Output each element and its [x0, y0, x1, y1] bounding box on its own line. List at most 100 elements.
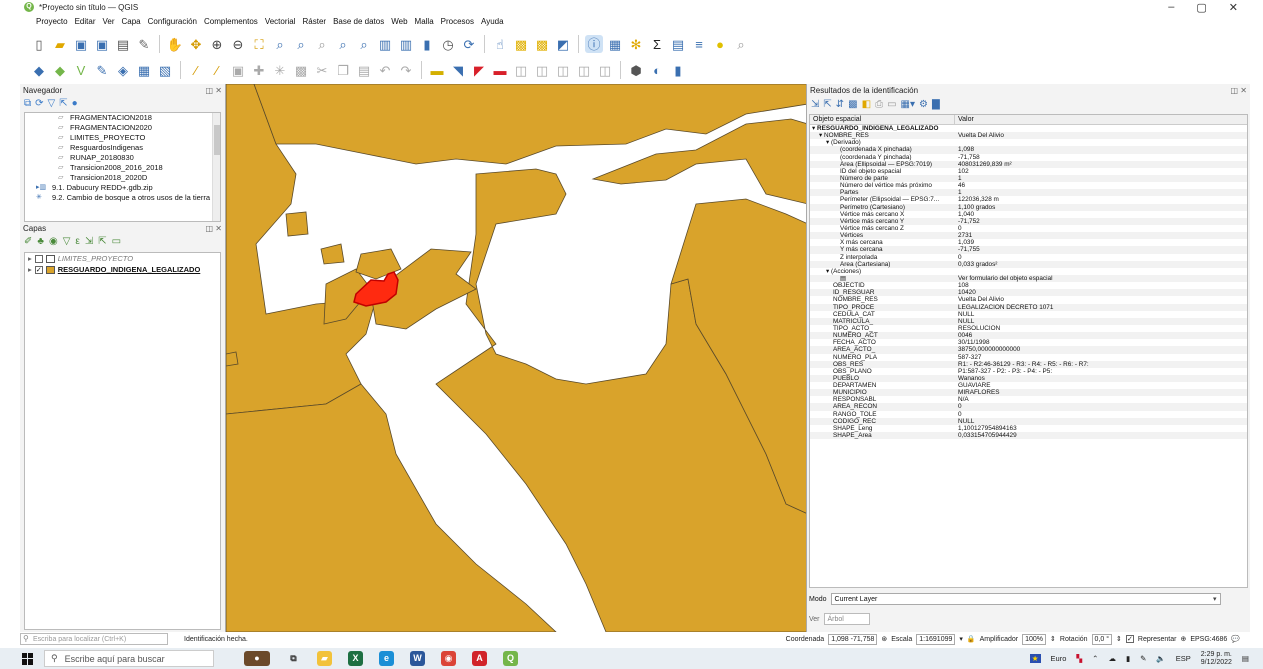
- pan-icon[interactable]: ✋: [166, 35, 184, 53]
- results-table[interactable]: Objeto espacial Valor ▾ RESGUARDO_INDIGE…: [809, 114, 1248, 588]
- add-group-icon[interactable]: ♣: [37, 236, 44, 247]
- result-row[interactable]: Perímeter (Ellipsoidal — EPSG:7... 122036…: [810, 196, 1247, 203]
- menu-item-3[interactable]: Capa: [122, 17, 141, 26]
- pan-to-selection-icon[interactable]: ✥: [187, 35, 205, 53]
- minimize-button[interactable]: –: [1168, 1, 1174, 14]
- menu-item-2[interactable]: Ver: [102, 17, 114, 26]
- result-row[interactable]: TIPO_PROCE LEGALIZACIÓN DECRETO 1071: [810, 303, 1247, 311]
- result-row[interactable]: CEDULA_CAT NULL: [810, 311, 1247, 318]
- layers-tree[interactable]: ▸ LIMITES_PROYECTO ▸ ✓ RESGUARDO_INDIGENA_LE…: [24, 252, 221, 630]
- remove-layer-icon[interactable]: ▭: [112, 236, 121, 247]
- add-vector-icon[interactable]: V: [72, 61, 90, 79]
- cut-icon[interactable]: ✂: [313, 61, 331, 79]
- result-row[interactable]: ▤ Ver formulario del objeto espacial: [810, 274, 1247, 283]
- label-tool-icon[interactable]: ▬: [428, 61, 446, 79]
- result-row[interactable]: ▾ NOMBRE_RES Vuelta Del Alivio: [810, 132, 1247, 140]
- result-row[interactable]: Vértice más cercano X 1,040: [810, 211, 1247, 218]
- attribute-table-icon[interactable]: ▦: [606, 35, 624, 53]
- result-row[interactable]: Número de parte 1: [810, 174, 1247, 183]
- visibility-icon[interactable]: ◉: [49, 236, 58, 247]
- bookmark-show-icon[interactable]: ▥: [397, 35, 415, 53]
- python-icon[interactable]: ◐: [648, 61, 666, 79]
- field-calculator-icon[interactable]: ✻: [627, 35, 645, 53]
- lock-icon[interactable]: 🔒: [967, 635, 976, 643]
- expand-tree-icon[interactable]: ⇲: [811, 99, 819, 110]
- result-row[interactable]: NUMERO_PLA 587-327: [810, 354, 1247, 361]
- save-project-icon[interactable]: ▣: [72, 35, 90, 53]
- annotation-icon[interactable]: ≡: [690, 35, 708, 53]
- open-project-icon[interactable]: ▰: [51, 35, 69, 53]
- result-row[interactable]: FECHA_ACTO 30/11/1998: [810, 339, 1247, 346]
- navigator-item[interactable]: ▱ RUNAP_20180830: [25, 153, 220, 163]
- task-view-icon[interactable]: ⧉: [286, 651, 301, 666]
- rotation-field[interactable]: 0,0 °: [1091, 633, 1113, 645]
- label-props-icon[interactable]: ◫: [575, 61, 593, 79]
- result-row[interactable]: (coordenada Y pinchada) -71,758: [810, 154, 1247, 161]
- deselect-icon[interactable]: ▩: [533, 35, 551, 53]
- collapse-tree-icon[interactable]: ⇱: [823, 99, 831, 110]
- result-row[interactable]: Vértices 2731: [810, 232, 1247, 240]
- menu-item-0[interactable]: Proyecto: [36, 17, 68, 26]
- expand-all-icon[interactable]: ⇲: [85, 236, 93, 247]
- extents-toggle-icon[interactable]: ⊛: [881, 635, 887, 643]
- clock[interactable]: 2:29 p. m. 9/12/2022: [1201, 651, 1232, 667]
- flag-icon[interactable]: ▚: [1076, 654, 1082, 663]
- undo-icon[interactable]: ↶: [376, 61, 394, 79]
- result-row[interactable]: (coordenada X pinchada) 1,098: [810, 146, 1247, 154]
- language-label[interactable]: ESP: [1176, 654, 1191, 663]
- word-icon[interactable]: W: [410, 651, 425, 666]
- label-show-icon[interactable]: ▬: [491, 61, 509, 79]
- menu-item-8[interactable]: Base de datos: [333, 17, 384, 26]
- result-row[interactable]: Partes 1: [810, 189, 1247, 197]
- notifications-icon[interactable]: ▤: [1242, 654, 1249, 663]
- euro-flag-icon[interactable]: ★: [1029, 654, 1041, 663]
- excel-icon[interactable]: X: [348, 651, 363, 666]
- layer-visibility-checkbox[interactable]: [34, 254, 43, 263]
- add-feature-icon[interactable]: ✚: [250, 61, 268, 79]
- result-row[interactable]: AREA_RECON 0: [810, 403, 1247, 411]
- bison-wallpaper-icon[interactable]: ●: [244, 651, 270, 666]
- layer-row[interactable]: ▸ ✓ RESGUARDO_INDIGENA_LEGALIZADO: [25, 264, 220, 275]
- expand-new-icon[interactable]: ⇵: [836, 99, 844, 110]
- identify-tool-icon[interactable]: ⓘ: [585, 35, 603, 53]
- style-icon[interactable]: ✐: [24, 236, 32, 247]
- copy-icon[interactable]: ❐: [334, 61, 352, 79]
- label-rotate-icon[interactable]: ◫: [533, 61, 551, 79]
- qgis-taskbar-icon[interactable]: Q: [503, 651, 518, 666]
- territory-polygon[interactable]: [285, 211, 309, 237]
- data-source-manager-icon[interactable]: ◆: [30, 61, 48, 79]
- close-button[interactable]: ✕: [1229, 1, 1238, 14]
- map-canvas[interactable]: [225, 84, 807, 632]
- result-row[interactable]: OBJECTID 108: [810, 282, 1247, 289]
- measure-icon[interactable]: ▤: [669, 35, 687, 53]
- tips-icon[interactable]: ●: [711, 35, 729, 53]
- taskbar-search[interactable]: ⚲ Escribe aquí para buscar: [44, 650, 214, 667]
- navigator-item[interactable]: ▱ FRAGMENTACION2020: [25, 123, 220, 133]
- navigator-item[interactable]: ▱ FRAGMENTACION2018: [25, 113, 220, 123]
- result-row[interactable]: MUNICIPIO MIRAFLORES: [810, 389, 1247, 397]
- navigator-item[interactable]: ▱ LIMITES_PROYECTO: [25, 133, 220, 143]
- collapse-icon[interactable]: ⇱: [59, 98, 67, 109]
- result-row[interactable]: DEPARTAMEN GUAVIARE: [810, 382, 1247, 389]
- toggle-edit-icon[interactable]: ⁄: [208, 61, 226, 79]
- edit-pencil-icon[interactable]: ⁄: [187, 61, 205, 79]
- coordinate-field[interactable]: 1,098 -71,758: [828, 633, 878, 645]
- panel-buttons[interactable]: ◫ ✕: [1231, 86, 1247, 95]
- vertex-tool-icon[interactable]: ✳: [271, 61, 289, 79]
- layer-row[interactable]: ▸ LIMITES_PROYECTO: [25, 253, 220, 264]
- result-row[interactable]: AREA_ACTO_ 38750,000000000000: [810, 346, 1247, 354]
- add-layer-icon[interactable]: ⧉: [24, 98, 31, 109]
- digitize-icon[interactable]: ✎: [93, 61, 111, 79]
- result-row[interactable]: X más cercana 1,039: [810, 239, 1247, 246]
- statistics-icon[interactable]: Σ: [648, 35, 666, 53]
- result-row[interactable]: ▾ RESGUARDO_INDIGENA_LEGALIZADO: [810, 125, 1247, 132]
- label-pin-icon[interactable]: ◥: [449, 61, 467, 79]
- expand-arrow-icon[interactable]: ▸: [28, 265, 32, 274]
- menu-item-11[interactable]: Procesos: [441, 17, 474, 26]
- refresh-icon[interactable]: ⟳: [35, 98, 43, 109]
- panel-buttons[interactable]: ◫ ✕: [206, 86, 222, 95]
- processing-icon[interactable]: ▮: [669, 61, 687, 79]
- result-row[interactable]: RESPONSABL N/A: [810, 396, 1247, 403]
- copy-feature-icon[interactable]: ◧: [862, 99, 871, 110]
- onedrive-icon[interactable]: ☁: [1108, 654, 1116, 663]
